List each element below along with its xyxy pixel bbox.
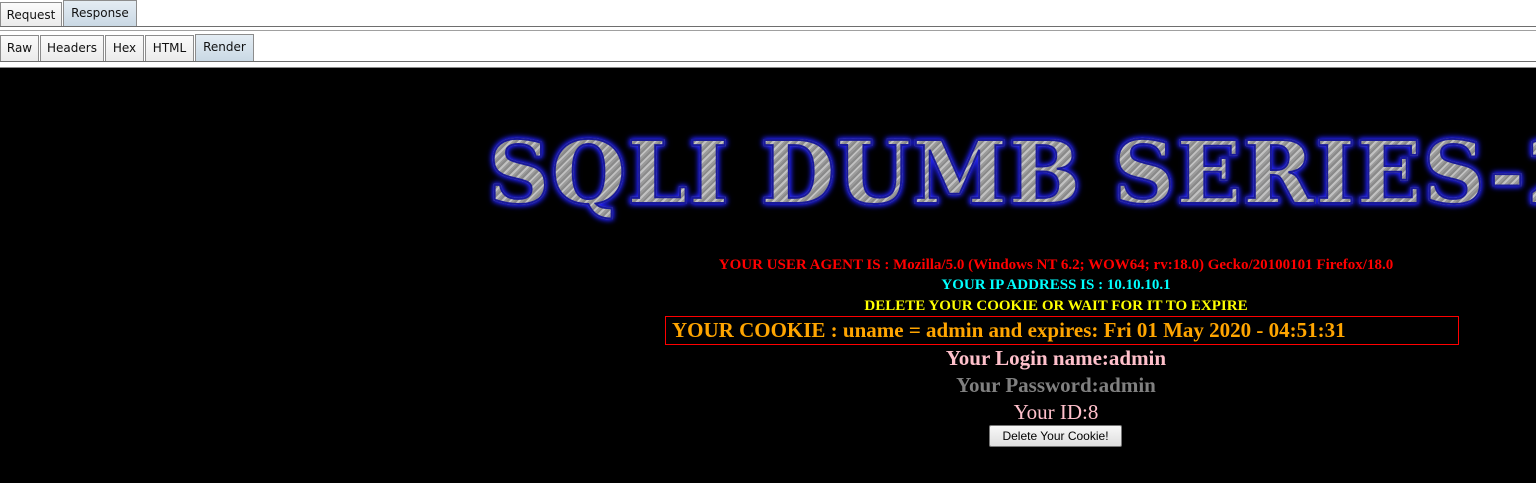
delete-cookie-note: DELETE YOUR COOKIE OR WAIT FOR IT TO EXP… (864, 298, 1248, 314)
view-tabbar: Raw Headers Hex HTML Render (0, 30, 1536, 63)
password-text: Your Password:admin (956, 373, 1156, 397)
tab-hex[interactable]: Hex (105, 35, 144, 62)
render-pane: SQLI DUMB SERIES-2 YOUR USER AGENT IS : … (0, 68, 1536, 483)
tab-headers[interactable]: Headers (40, 35, 104, 62)
tab-render[interactable]: Render (195, 34, 254, 62)
login-name-text: Your Login name:admin (945, 346, 1167, 370)
tab-request[interactable]: Request (0, 2, 62, 27)
page-title: SQLI DUMB SERIES-2 (487, 125, 1536, 223)
tab-response[interactable]: Response (63, 0, 137, 27)
tab-raw[interactable]: Raw (0, 35, 39, 62)
ip-address-text: YOUR IP ADDRESS IS : 10.10.10.1 (941, 277, 1171, 293)
tab-html[interactable]: HTML (145, 35, 194, 62)
user-agent-text: YOUR USER AGENT IS : Mozilla/5.0 (Window… (718, 257, 1394, 273)
delete-cookie-button[interactable]: Delete Your Cookie! (989, 425, 1122, 447)
cookie-info-box: YOUR COOKIE : uname = admin and expires:… (665, 316, 1459, 345)
user-id-text: Your ID:8 (1013, 400, 1099, 424)
request-response-tabbar: Request Response (0, 0, 1536, 27)
